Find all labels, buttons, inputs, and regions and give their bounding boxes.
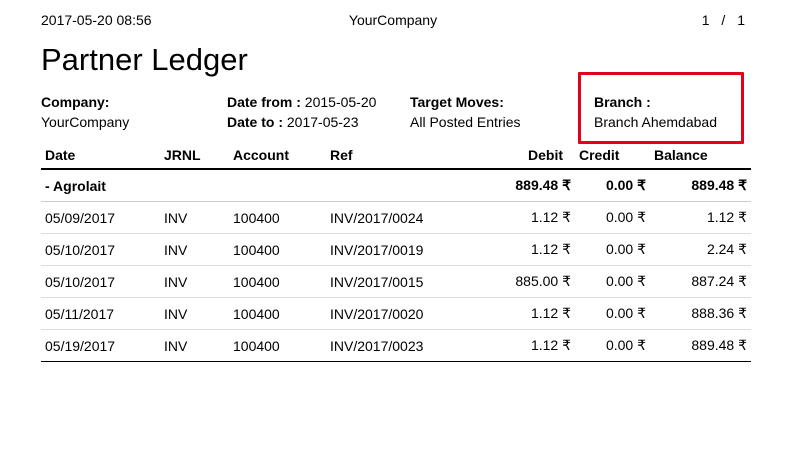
cell-ref: INV/2017/0023	[326, 329, 477, 362]
date-to-label: Date to :	[227, 114, 283, 130]
header-company: YourCompany	[348, 12, 438, 28]
column-header-debit: Debit	[477, 142, 575, 170]
cell-ref: INV/2017/0020	[326, 297, 477, 330]
cell-debit: 1.12 ₹	[477, 201, 575, 234]
report-header: 2017-05-20 08:56 YourCompany 1 / 1	[41, 12, 745, 32]
cell-ref: INV/2017/0024	[326, 201, 477, 234]
date-from-value: 2015-05-20	[304, 94, 377, 110]
cell-account: 100400	[229, 233, 326, 266]
date-to-value: 2017-05-23	[286, 114, 359, 130]
column-header-balance: Balance	[650, 142, 751, 170]
cell-balance: 1.12 ₹	[650, 201, 751, 234]
group-credit: 0.00 ₹	[575, 169, 650, 202]
date-range-info: Date from : 2015-05-20 Date to : 2017-05…	[227, 92, 376, 132]
branch-highlight-box	[578, 72, 744, 144]
cell-date: 05/09/2017	[41, 201, 160, 234]
page-counter: 1 / 1	[701, 12, 745, 28]
company-info: Company: YourCompany	[41, 92, 129, 132]
partner-group-row: - Agrolait 889.48 ₹ 0.00 ₹ 889.48 ₹	[41, 169, 751, 202]
cell-date: 05/10/2017	[41, 265, 160, 298]
cell-jrnl: INV	[160, 265, 229, 298]
date-from-label: Date from :	[227, 94, 301, 110]
column-header-credit: Credit	[575, 142, 650, 170]
cell-balance: 889.48 ₹	[650, 329, 751, 362]
cell-credit: 0.00 ₹	[575, 233, 650, 266]
cell-account: 100400	[229, 329, 326, 362]
cell-date: 05/10/2017	[41, 233, 160, 266]
cell-account: 100400	[229, 201, 326, 234]
cell-credit: 0.00 ₹	[575, 297, 650, 330]
column-header-jrnl: JRNL	[160, 142, 229, 170]
table-row: 05/10/2017 INV 100400 INV/2017/0015 885.…	[41, 265, 751, 298]
group-balance: 889.48 ₹	[650, 169, 751, 202]
cell-date: 05/19/2017	[41, 329, 160, 362]
table-header-row: Date JRNL Account Ref Debit Credit Balan…	[41, 142, 751, 170]
column-header-ref: Ref	[326, 142, 477, 170]
cell-balance: 2.24 ₹	[650, 233, 751, 266]
column-header-date: Date	[41, 142, 160, 170]
column-header-account: Account	[229, 142, 326, 170]
company-label: Company:	[41, 94, 110, 110]
table-row: 05/11/2017 INV 100400 INV/2017/0020 1.12…	[41, 297, 751, 330]
cell-account: 100400	[229, 297, 326, 330]
partner-name: - Agrolait	[41, 169, 477, 202]
cell-jrnl: INV	[160, 329, 229, 362]
table-row: 05/19/2017 INV 100400 INV/2017/0023 1.12…	[41, 329, 751, 362]
table-row: 05/09/2017 INV 100400 INV/2017/0024 1.12…	[41, 201, 751, 234]
page-title: Partner Ledger	[41, 42, 248, 77]
cell-ref: INV/2017/0019	[326, 233, 477, 266]
cell-balance: 887.24 ₹	[650, 265, 751, 298]
ledger-table: Date JRNL Account Ref Debit Credit Balan…	[41, 142, 751, 362]
cell-date: 05/11/2017	[41, 297, 160, 330]
cell-balance: 888.36 ₹	[650, 297, 751, 330]
cell-jrnl: INV	[160, 297, 229, 330]
cell-debit: 1.12 ₹	[477, 233, 575, 266]
cell-credit: 0.00 ₹	[575, 201, 650, 234]
cell-jrnl: INV	[160, 201, 229, 234]
cell-debit: 885.00 ₹	[477, 265, 575, 298]
cell-debit: 1.12 ₹	[477, 297, 575, 330]
group-debit: 889.48 ₹	[477, 169, 575, 202]
cell-account: 100400	[229, 265, 326, 298]
cell-jrnl: INV	[160, 233, 229, 266]
company-value: YourCompany	[41, 114, 130, 130]
table-row: 05/10/2017 INV 100400 INV/2017/0019 1.12…	[41, 233, 751, 266]
target-moves-info: Target Moves: All Posted Entries	[410, 92, 521, 132]
target-moves-value: All Posted Entries	[410, 114, 521, 130]
cell-credit: 0.00 ₹	[575, 329, 650, 362]
cell-credit: 0.00 ₹	[575, 265, 650, 298]
target-moves-label: Target Moves:	[410, 94, 504, 110]
cell-debit: 1.12 ₹	[477, 329, 575, 362]
cell-ref: INV/2017/0015	[326, 265, 477, 298]
